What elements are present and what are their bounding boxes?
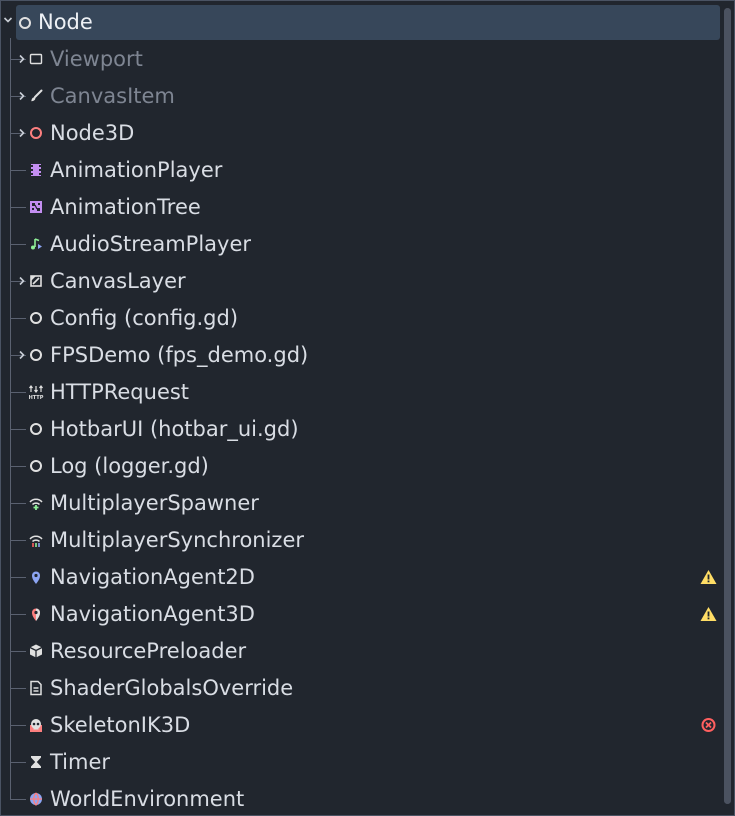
warning-icon[interactable] bbox=[700, 606, 717, 622]
tree-item-label: FPSDemo (fps_demo.gd) bbox=[50, 343, 309, 367]
tree-guide-branch bbox=[10, 466, 26, 467]
chevron-right-icon[interactable] bbox=[17, 54, 27, 64]
tree-item[interactable]: NavigationAgent3D bbox=[1, 596, 723, 633]
tree-item-label: NavigationAgent3D bbox=[50, 602, 255, 626]
tree-item-label: CanvasItem bbox=[50, 84, 175, 108]
tree-item[interactable]: Log (logger.gd) bbox=[1, 448, 723, 485]
tree-item-label: AnimationTree bbox=[50, 195, 201, 219]
tree-item[interactable]: MultiplayerSynchronizer bbox=[1, 522, 723, 559]
selection-highlight bbox=[16, 5, 720, 40]
tree-item-label: ShaderGlobalsOverride bbox=[50, 676, 294, 700]
animation-tree-icon bbox=[30, 201, 42, 213]
tree-item[interactable]: HTTP HTTPRequest bbox=[1, 374, 723, 411]
tree-item-label: MultiplayerSpawner bbox=[50, 491, 259, 515]
tree-item[interactable]: AnimationTree bbox=[1, 189, 723, 226]
tree-guide-branch bbox=[10, 651, 26, 652]
node-circle-icon bbox=[30, 312, 42, 324]
tree-item-label: HTTPRequest bbox=[50, 380, 190, 404]
music-note-icon bbox=[31, 238, 42, 250]
tree-item-label: Viewport bbox=[50, 47, 143, 71]
node3d-circle-icon bbox=[30, 127, 42, 139]
tree-item-label: WorldEnvironment bbox=[50, 787, 245, 811]
error-icon[interactable] bbox=[700, 717, 717, 733]
tree-item[interactable]: SkeletonIK3D bbox=[1, 707, 723, 744]
tree-item[interactable]: FPSDemo (fps_demo.gd) bbox=[1, 337, 723, 374]
tree-item[interactable]: Viewport bbox=[1, 41, 723, 78]
tree-guide-branch bbox=[10, 503, 26, 504]
node-circle-icon bbox=[30, 460, 42, 472]
tree-item-label: Node3D bbox=[50, 121, 135, 145]
tree-item-label: Node bbox=[38, 10, 93, 34]
tree-item-label: MultiplayerSynchronizer bbox=[50, 528, 305, 552]
skull-icon bbox=[30, 719, 42, 732]
chevron-right-icon[interactable] bbox=[17, 276, 27, 286]
tree-item[interactable]: CanvasItem bbox=[1, 78, 723, 115]
tree-root-node[interactable]: Node bbox=[1, 4, 723, 41]
tree-item-label: ResourcePreloader bbox=[50, 639, 247, 663]
tree-item[interactable]: CanvasLayer bbox=[1, 263, 723, 300]
tree-guide-branch bbox=[10, 577, 26, 578]
tree-item[interactable]: NavigationAgent2D bbox=[1, 559, 723, 596]
tree-guide-branch bbox=[10, 614, 26, 615]
vertical-scrollbar[interactable] bbox=[724, 8, 731, 804]
tree-item-label: AnimationPlayer bbox=[50, 158, 223, 182]
scene-tree-panel: Node Viewport CanvasItem Node3D AnimationPl… bbox=[0, 0, 735, 816]
tree-item[interactable]: ResourcePreloader bbox=[1, 633, 723, 670]
tree-item-label: SkeletonIK3D bbox=[50, 713, 191, 737]
tree-item[interactable]: Config (config.gd) bbox=[1, 300, 723, 337]
canvas-layer-icon bbox=[30, 275, 42, 287]
tree-item-label: NavigationAgent2D bbox=[50, 565, 255, 589]
tree-item-label: HotbarUI (hotbar_ui.gd) bbox=[50, 417, 299, 441]
node-circle-icon bbox=[19, 17, 31, 29]
chevron-right-icon[interactable] bbox=[17, 350, 27, 360]
chevron-right-icon[interactable] bbox=[17, 91, 27, 101]
svg-text:HTTP: HTTP bbox=[29, 395, 44, 400]
wifi-plus-icon bbox=[29, 498, 43, 510]
brush-icon bbox=[31, 89, 43, 102]
map-pin-2d-icon bbox=[32, 571, 40, 584]
hourglass-icon bbox=[31, 756, 41, 768]
tree-item-label: Config (config.gd) bbox=[50, 306, 239, 330]
tree-guide-branch bbox=[10, 207, 26, 208]
warning-icon[interactable] bbox=[700, 569, 717, 585]
tree-item[interactable]: Timer bbox=[1, 744, 723, 781]
tree-guide-branch bbox=[10, 392, 26, 393]
tree-item-label: AudioStreamPlayer bbox=[50, 232, 252, 256]
scrollbar-thumb[interactable] bbox=[724, 8, 731, 804]
chevron-down-icon[interactable] bbox=[3, 15, 13, 25]
viewport-icon bbox=[29, 53, 43, 65]
tree-guide-branch bbox=[10, 429, 26, 430]
tree-guide-branch bbox=[10, 170, 26, 171]
tree-item-label: CanvasLayer bbox=[50, 269, 186, 293]
shader-doc-icon bbox=[30, 680, 42, 696]
http-icon: HTTP bbox=[29, 385, 44, 400]
cube-icon bbox=[29, 644, 43, 658]
node-circle-icon bbox=[30, 423, 42, 435]
tree-item[interactable]: HotbarUI (hotbar_ui.gd) bbox=[1, 411, 723, 448]
film-icon bbox=[31, 164, 41, 176]
globe-icon bbox=[30, 792, 42, 806]
tree-item[interactable]: WorldEnvironment bbox=[1, 781, 723, 815]
tree-item[interactable]: MultiplayerSpawner bbox=[1, 485, 723, 522]
tree-guide-branch bbox=[10, 762, 26, 763]
map-pin-3d-icon bbox=[32, 608, 40, 621]
tree-guide-branch bbox=[10, 244, 26, 245]
scene-tree: Node Viewport CanvasItem Node3D AnimationPl… bbox=[1, 1, 723, 815]
chevron-right-icon[interactable] bbox=[17, 128, 27, 138]
tree-item[interactable]: Node3D bbox=[1, 115, 723, 152]
tree-guide-branch bbox=[10, 799, 26, 800]
tree-guide-branch bbox=[10, 318, 26, 319]
tree-item-label: Timer bbox=[50, 750, 111, 774]
wifi-sync-icon bbox=[29, 535, 43, 547]
node-circle-icon bbox=[30, 349, 42, 361]
tree-item-label: Log (logger.gd) bbox=[50, 454, 209, 478]
tree-guide-branch bbox=[10, 688, 26, 689]
tree-item[interactable]: AudioStreamPlayer bbox=[1, 226, 723, 263]
tree-guide-branch bbox=[10, 725, 26, 726]
tree-item[interactable]: AnimationPlayer bbox=[1, 152, 723, 189]
tree-item[interactable]: ShaderGlobalsOverride bbox=[1, 670, 723, 707]
tree-guide-branch bbox=[10, 540, 26, 541]
